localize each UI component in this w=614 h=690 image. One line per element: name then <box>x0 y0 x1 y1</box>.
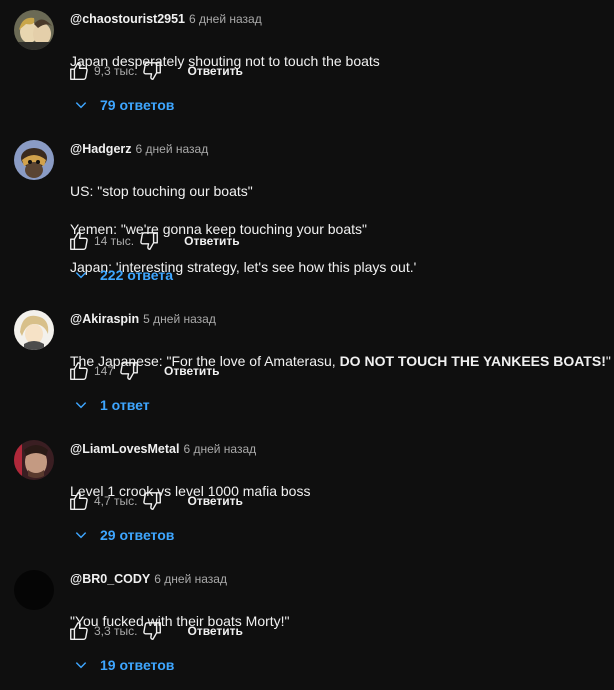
dislike-icon[interactable] <box>138 230 160 252</box>
comment-text-bold: DO NOT TOUCH THE YANKEES BOATS! <box>339 353 606 369</box>
reply-button[interactable]: Ответить <box>187 624 242 638</box>
comment-thread: @Akiraspin 5 дней назад The Japanese: "Fo… <box>0 300 614 430</box>
comment-actions: 147 Ответить <box>68 359 219 383</box>
cartoon-avatar-icon <box>14 140 54 180</box>
photo-avatar-icon <box>14 440 54 480</box>
avatar[interactable] <box>14 140 54 180</box>
comment-time[interactable]: 6 дней назад <box>189 12 262 26</box>
view-replies-button[interactable]: 1 ответ <box>74 395 150 415</box>
like-icon[interactable] <box>68 60 90 82</box>
like-icon[interactable] <box>68 230 90 252</box>
dislike-icon[interactable] <box>118 360 140 382</box>
like-count: 4,7 тыс. <box>94 494 138 508</box>
comment-author[interactable]: @LiamLovesMetal <box>70 442 179 456</box>
comment-time[interactable]: 6 дней назад <box>136 142 209 156</box>
like-count: 9,3 тыс. <box>94 64 138 78</box>
chevron-down-icon <box>75 532 87 539</box>
reply-button[interactable]: Ответить <box>184 234 239 248</box>
view-replies-button[interactable]: 19 ответов <box>74 655 174 675</box>
comment-header: @Akiraspin 5 дней назад <box>70 312 216 326</box>
reply-button[interactable]: Ответить <box>164 364 219 378</box>
chevron-down-icon <box>75 662 87 669</box>
comment-actions: 9,3 тыс. Ответить <box>68 59 243 83</box>
avatar[interactable] <box>14 440 54 480</box>
like-count: 3,3 тыс. <box>94 624 138 638</box>
comment-thread: @LiamLovesMetal 6 дней назад Level 1 croo… <box>0 430 614 560</box>
comment-actions: 4,7 тыс. Ответить <box>68 489 243 513</box>
avatar[interactable] <box>14 310 54 350</box>
dark-avatar-icon <box>14 570 54 610</box>
replies-count: 222 ответа <box>100 267 173 283</box>
like-icon[interactable] <box>68 360 90 382</box>
comment-actions: 3,3 тыс. Ответить <box>68 619 243 643</box>
like-icon[interactable] <box>68 620 90 642</box>
comment-author[interactable]: @Akiraspin <box>70 312 139 326</box>
avatar[interactable] <box>14 570 54 610</box>
comment-actions: 14 тыс. Ответить <box>68 229 240 253</box>
comment-thread: @chaostourist2951 6 дней назад Japan desp… <box>0 0 614 130</box>
like-count: 147 <box>94 364 115 378</box>
chevron-down-icon <box>75 402 87 409</box>
anime-avatar-icon <box>14 310 54 350</box>
comment-author[interactable]: @chaostourist2951 <box>70 12 185 26</box>
view-replies-button[interactable]: 222 ответа <box>74 265 173 285</box>
comment-author[interactable]: @Hadgerz <box>70 142 132 156</box>
reply-button[interactable]: Ответить <box>187 494 242 508</box>
comment-header: @chaostourist2951 6 дней назад <box>70 12 262 26</box>
replies-count: 1 ответ <box>100 397 150 413</box>
comment-header: @Hadgerz 6 дней назад <box>70 142 208 156</box>
view-replies-button[interactable]: 79 ответов <box>74 95 174 115</box>
comment-thread: @Hadgerz 6 дней назад US: "stop touching … <box>0 130 614 283</box>
chevron-down-icon <box>75 272 87 279</box>
dislike-icon[interactable] <box>141 620 163 642</box>
view-replies-button[interactable]: 29 ответов <box>74 525 174 545</box>
comment-text-line: US: "stop touching our boats" <box>70 183 253 199</box>
comment-header: @BR0_CODY 6 дней назад <box>70 572 227 586</box>
chevron-down-icon <box>75 102 87 109</box>
comment-header: @LiamLovesMetal 6 дней назад <box>70 442 256 456</box>
comment-author[interactable]: @BR0_CODY <box>70 572 150 586</box>
dislike-icon[interactable] <box>141 490 163 512</box>
replies-count: 79 ответов <box>100 97 175 113</box>
dislike-icon[interactable] <box>141 60 163 82</box>
comment-time[interactable]: 5 дней назад <box>143 312 216 326</box>
reply-button[interactable]: Ответить <box>187 64 242 78</box>
like-icon[interactable] <box>68 490 90 512</box>
comment-time[interactable]: 6 дней назад <box>154 572 227 586</box>
comment-text-end: " <box>605 353 611 369</box>
anime-avatar-icon <box>14 10 54 50</box>
replies-count: 29 ответов <box>100 527 175 543</box>
comment-thread: @BR0_CODY 6 дней назад "You fucked with t… <box>0 560 614 690</box>
like-count: 14 тыс. <box>94 234 135 248</box>
replies-count: 19 ответов <box>100 657 175 673</box>
comment-time[interactable]: 6 дней назад <box>183 442 256 456</box>
avatar[interactable] <box>14 10 54 50</box>
